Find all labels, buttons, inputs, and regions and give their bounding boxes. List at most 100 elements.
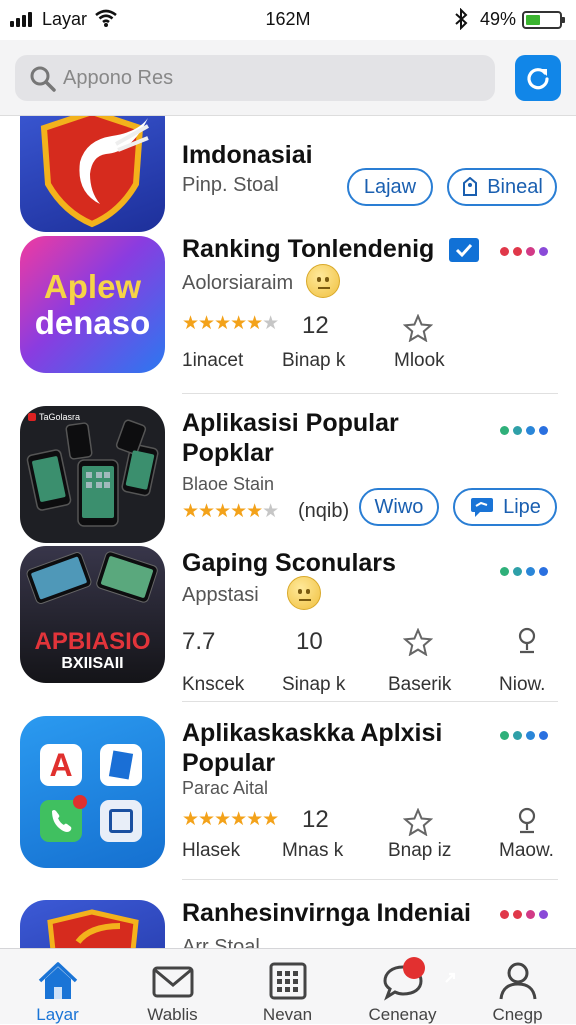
- person-icon: [499, 962, 537, 1000]
- divider: [182, 393, 558, 394]
- divider: [182, 879, 558, 880]
- list-item[interactable]: Aplew denaso Ranking Tonlendenig Aolorsi…: [0, 234, 576, 384]
- more-dots-icon[interactable]: [500, 567, 548, 576]
- app-list[interactable]: Imdonasiai Pinp. Stoal Lajaw Bineal Aple…: [0, 116, 576, 948]
- lipe-button[interactable]: Lipe: [453, 488, 557, 526]
- list-item[interactable]: TaGolasra Aplikasisi Popular Popklar Bla…: [0, 406, 576, 546]
- tab-label: Nevan: [262, 1005, 313, 1024]
- tab-cenenay[interactable]: Cenenay: [345, 949, 460, 1025]
- app-name: Imdonasiai: [182, 141, 313, 169]
- app-icon-shield: [20, 116, 165, 232]
- tab-label: Cenenay: [368, 1005, 437, 1024]
- app-name: Aplikasisi Popular Popklar: [182, 409, 399, 467]
- neutral-face-icon: [287, 576, 321, 610]
- pin-icon[interactable]: [514, 626, 540, 656]
- tab-wablis[interactable]: Wablis: [115, 949, 230, 1025]
- divider: [182, 701, 558, 702]
- refresh-icon: [527, 68, 549, 90]
- more-dots-icon[interactable]: [500, 910, 548, 919]
- list-item[interactable]: A Aplikaskaskka Aplxisi Popular Parac Ai…: [0, 716, 576, 876]
- message-icon: [471, 498, 494, 517]
- shield-icon: [40, 116, 149, 228]
- app-icon-apps: A: [20, 716, 165, 868]
- bluetooth-icon: [455, 8, 468, 30]
- battery-percent: 49%: [480, 9, 517, 29]
- more-dots-icon[interactable]: [500, 731, 548, 740]
- icon-badge-text: TaGolasra: [39, 412, 81, 422]
- star-outline-icon[interactable]: [403, 628, 433, 656]
- more-dots-icon[interactable]: [500, 426, 548, 435]
- stat-label: Bnap iz: [388, 840, 452, 861]
- stat-label: Mlook: [394, 350, 445, 371]
- shield-icon: [47, 909, 139, 948]
- icon-tile-card: [100, 800, 142, 842]
- app-subtitle: Pinp. Stoal: [182, 174, 279, 196]
- icon-text-top: APBIASIO: [34, 628, 151, 655]
- list-item[interactable]: Imdonasiai Pinp. Stoal Lajaw Bineal: [0, 116, 576, 234]
- neutral-face-icon: [306, 264, 340, 298]
- tab-nevan[interactable]: Nevan: [230, 949, 345, 1025]
- tab-cnegp[interactable]: Cnegp: [460, 949, 575, 1025]
- wiwo-button[interactable]: Wiwo: [359, 488, 439, 526]
- icon-badge: TaGolasra: [28, 412, 80, 422]
- stat-value: 10: [296, 628, 323, 655]
- stat-label: Mnas k: [282, 840, 344, 861]
- search-field[interactable]: Appono Res: [15, 55, 495, 101]
- home-icon: [38, 962, 78, 999]
- app-icon-apbiasio: APBIASIO BXIISAII: [20, 546, 165, 683]
- rating-value: 12: [302, 806, 329, 833]
- more-dots-icon[interactable]: [500, 247, 548, 256]
- stat-label: Maow.: [499, 840, 554, 861]
- star-outline-icon[interactable]: [403, 808, 433, 836]
- stat-label: Sinap k: [282, 674, 346, 695]
- icon-text-bottom: BXIISAII: [61, 655, 124, 672]
- app-icon-aplew: Aplew denaso: [20, 236, 165, 373]
- search-icon: [30, 66, 56, 92]
- app-name: Gaping Sconulars: [182, 549, 396, 577]
- refresh-button[interactable]: [515, 55, 561, 101]
- star-outline-icon[interactable]: [403, 314, 433, 342]
- app-subtitle: Blaoe Stain: [182, 474, 275, 494]
- app-icon-phones: TaGolasra: [20, 406, 165, 543]
- status-bar: Layar 162M 49%: [0, 0, 576, 40]
- mail-icon: [152, 966, 194, 998]
- stat-label: 1inacet: [182, 350, 244, 371]
- app-subtitle: Parac Aital: [182, 778, 269, 798]
- rating-value: 12: [302, 312, 329, 339]
- tab-label: Layar: [36, 1005, 79, 1024]
- stat-value: 7.7: [182, 628, 216, 655]
- bineal-button[interactable]: Bineal: [447, 168, 557, 206]
- phones-illustration: [26, 419, 159, 527]
- stat-label: Hlasek: [182, 840, 241, 861]
- search-placeholder: Appono Res: [63, 67, 174, 89]
- app-subtitle: Arr Stoal: [182, 936, 260, 948]
- rating-note: (nqib): [298, 500, 350, 522]
- phone-icon: [40, 795, 87, 842]
- battery-icon: [522, 11, 565, 29]
- tab-layar[interactable]: Layar: [0, 949, 115, 1025]
- icon-text-top: Aplew: [43, 268, 142, 305]
- notification-badge: [403, 957, 456, 983]
- tab-label: Wablis: [147, 1005, 198, 1024]
- star-rating: ★★★★★★: [182, 809, 279, 830]
- app-name: Ranking Tonlendenig: [182, 235, 435, 263]
- lajaw-button[interactable]: Lajaw: [347, 168, 433, 206]
- icon-tile-doc: [100, 744, 142, 786]
- pin-icon[interactable]: [514, 806, 540, 836]
- phones-illustration: [26, 551, 158, 604]
- calendar-icon: [269, 962, 307, 1000]
- tab-label: Cnegp: [492, 1005, 543, 1024]
- tab-bar: Layar Wablis Nevan Cenenay Cnegp: [0, 948, 576, 1024]
- list-item[interactable]: APBIASIO BXIISAII Gaping Sconulars Appst…: [0, 546, 576, 696]
- list-item[interactable]: Ranhesinvirnga Indeniai Arr Stoal: [0, 898, 576, 948]
- app-subtitle: Appstasi: [182, 584, 259, 606]
- app-name: Aplikaskaskka Aplxisi Popular: [182, 719, 443, 777]
- stat-label: Knscek: [182, 674, 245, 695]
- stat-label: Binap k: [282, 350, 346, 371]
- checkbox-checked[interactable]: [449, 238, 479, 262]
- star-rating: ★★★★★★: [182, 313, 279, 334]
- icon-text-bottom: denaso: [34, 304, 151, 341]
- button-label: Bineal: [487, 175, 543, 198]
- app-name: Ranhesinvirnga Indeniai: [182, 899, 471, 927]
- button-label: Lajaw: [363, 175, 417, 198]
